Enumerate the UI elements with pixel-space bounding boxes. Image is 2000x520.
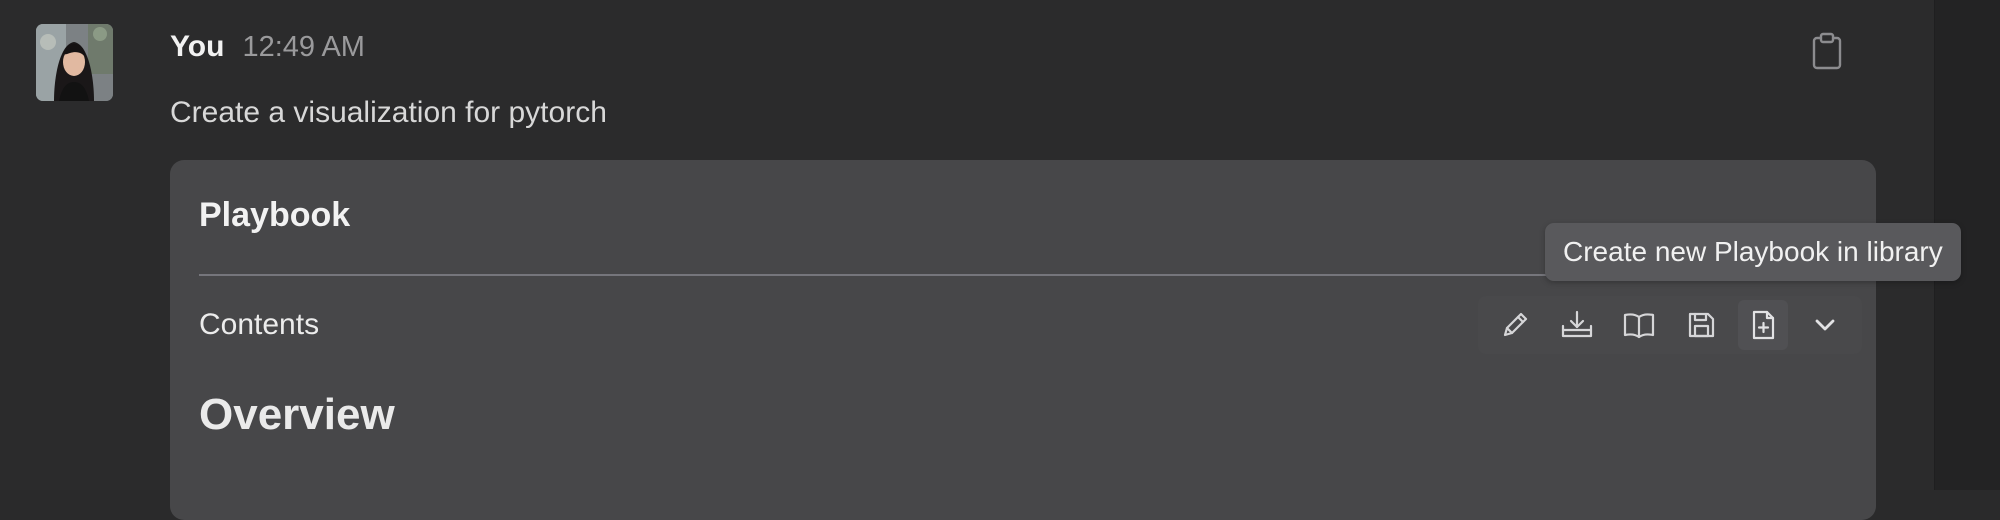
contents-label: Contents <box>199 308 320 341</box>
save-icon <box>1688 312 1715 338</box>
divider <box>199 274 1571 276</box>
edit-button[interactable] <box>1490 300 1540 350</box>
pencil-icon <box>1503 312 1528 337</box>
overview-heading: Overview <box>199 390 395 439</box>
playbook-toolbar <box>1478 296 1862 354</box>
playbook-title: Playbook <box>199 196 351 234</box>
file-plus-icon <box>1752 310 1775 340</box>
open-book-button[interactable] <box>1614 300 1664 350</box>
sender-name: You <box>170 30 225 63</box>
save-button[interactable] <box>1676 300 1726 350</box>
create-playbook-button[interactable] <box>1738 300 1788 350</box>
message-header: You 12:49 AM <box>170 30 365 64</box>
download-button[interactable] <box>1552 300 1602 350</box>
download-icon <box>1561 310 1593 338</box>
message-text: Create a visualization for pytorch <box>170 96 607 129</box>
clipboard-icon[interactable] <box>1810 32 1844 70</box>
avatar[interactable] <box>36 24 113 101</box>
chevron-down-icon <box>1815 319 1835 331</box>
message-timestamp: 12:49 AM <box>242 31 365 63</box>
tooltip: Create new Playbook in library <box>1545 223 1961 281</box>
playbook-card: Playbook Contents Overview <box>170 160 1876 520</box>
expand-button[interactable] <box>1800 300 1850 350</box>
book-open-icon <box>1623 313 1655 339</box>
